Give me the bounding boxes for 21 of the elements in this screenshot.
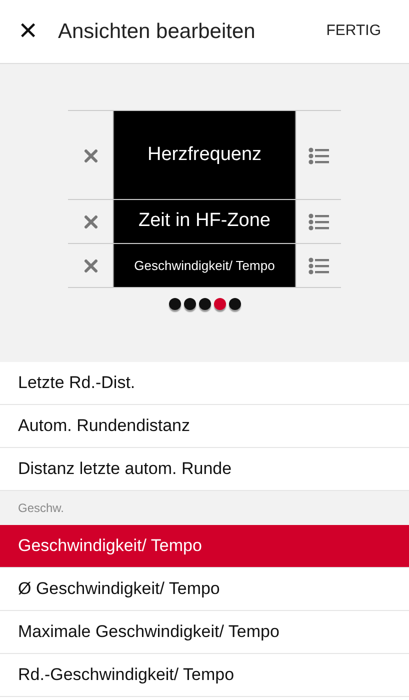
list-item[interactable]: Autom. Rundendistanz: [0, 405, 409, 448]
list-icon[interactable]: [308, 212, 330, 232]
list-item[interactable]: Geschwindigkeit/ Tempo: [0, 525, 409, 568]
done-button[interactable]: FERTIG: [324, 16, 383, 47]
list-item[interactable]: Rd.-Geschwindigkeit/ Tempo: [0, 654, 409, 697]
page-dot[interactable]: [168, 298, 180, 310]
field-label: Herzfrequenz: [147, 142, 262, 167]
section-header: Geschw.: [0, 491, 409, 525]
page-dot[interactable]: [184, 298, 196, 310]
list-item[interactable]: Ø Geschwindigkeit/ Tempo: [0, 568, 409, 611]
list-item[interactable]: Maximale Geschwindigkeit/ Tempo: [0, 611, 409, 654]
list-item[interactable]: Letzte Rd.-Dist.: [0, 362, 409, 405]
close-button[interactable]: ✕: [10, 20, 46, 44]
list-icon[interactable]: [308, 256, 330, 276]
list-icon[interactable]: [308, 145, 330, 165]
page-dot[interactable]: [198, 298, 210, 310]
page-dot[interactable]: [214, 298, 226, 310]
screen-title: Ansichten bearbeiten: [58, 18, 256, 45]
page-dot[interactable]: [228, 298, 240, 310]
field-label: Geschwindigkeit/ Tempo: [134, 256, 275, 275]
field-label: Zeit in HF-Zone: [138, 209, 270, 234]
